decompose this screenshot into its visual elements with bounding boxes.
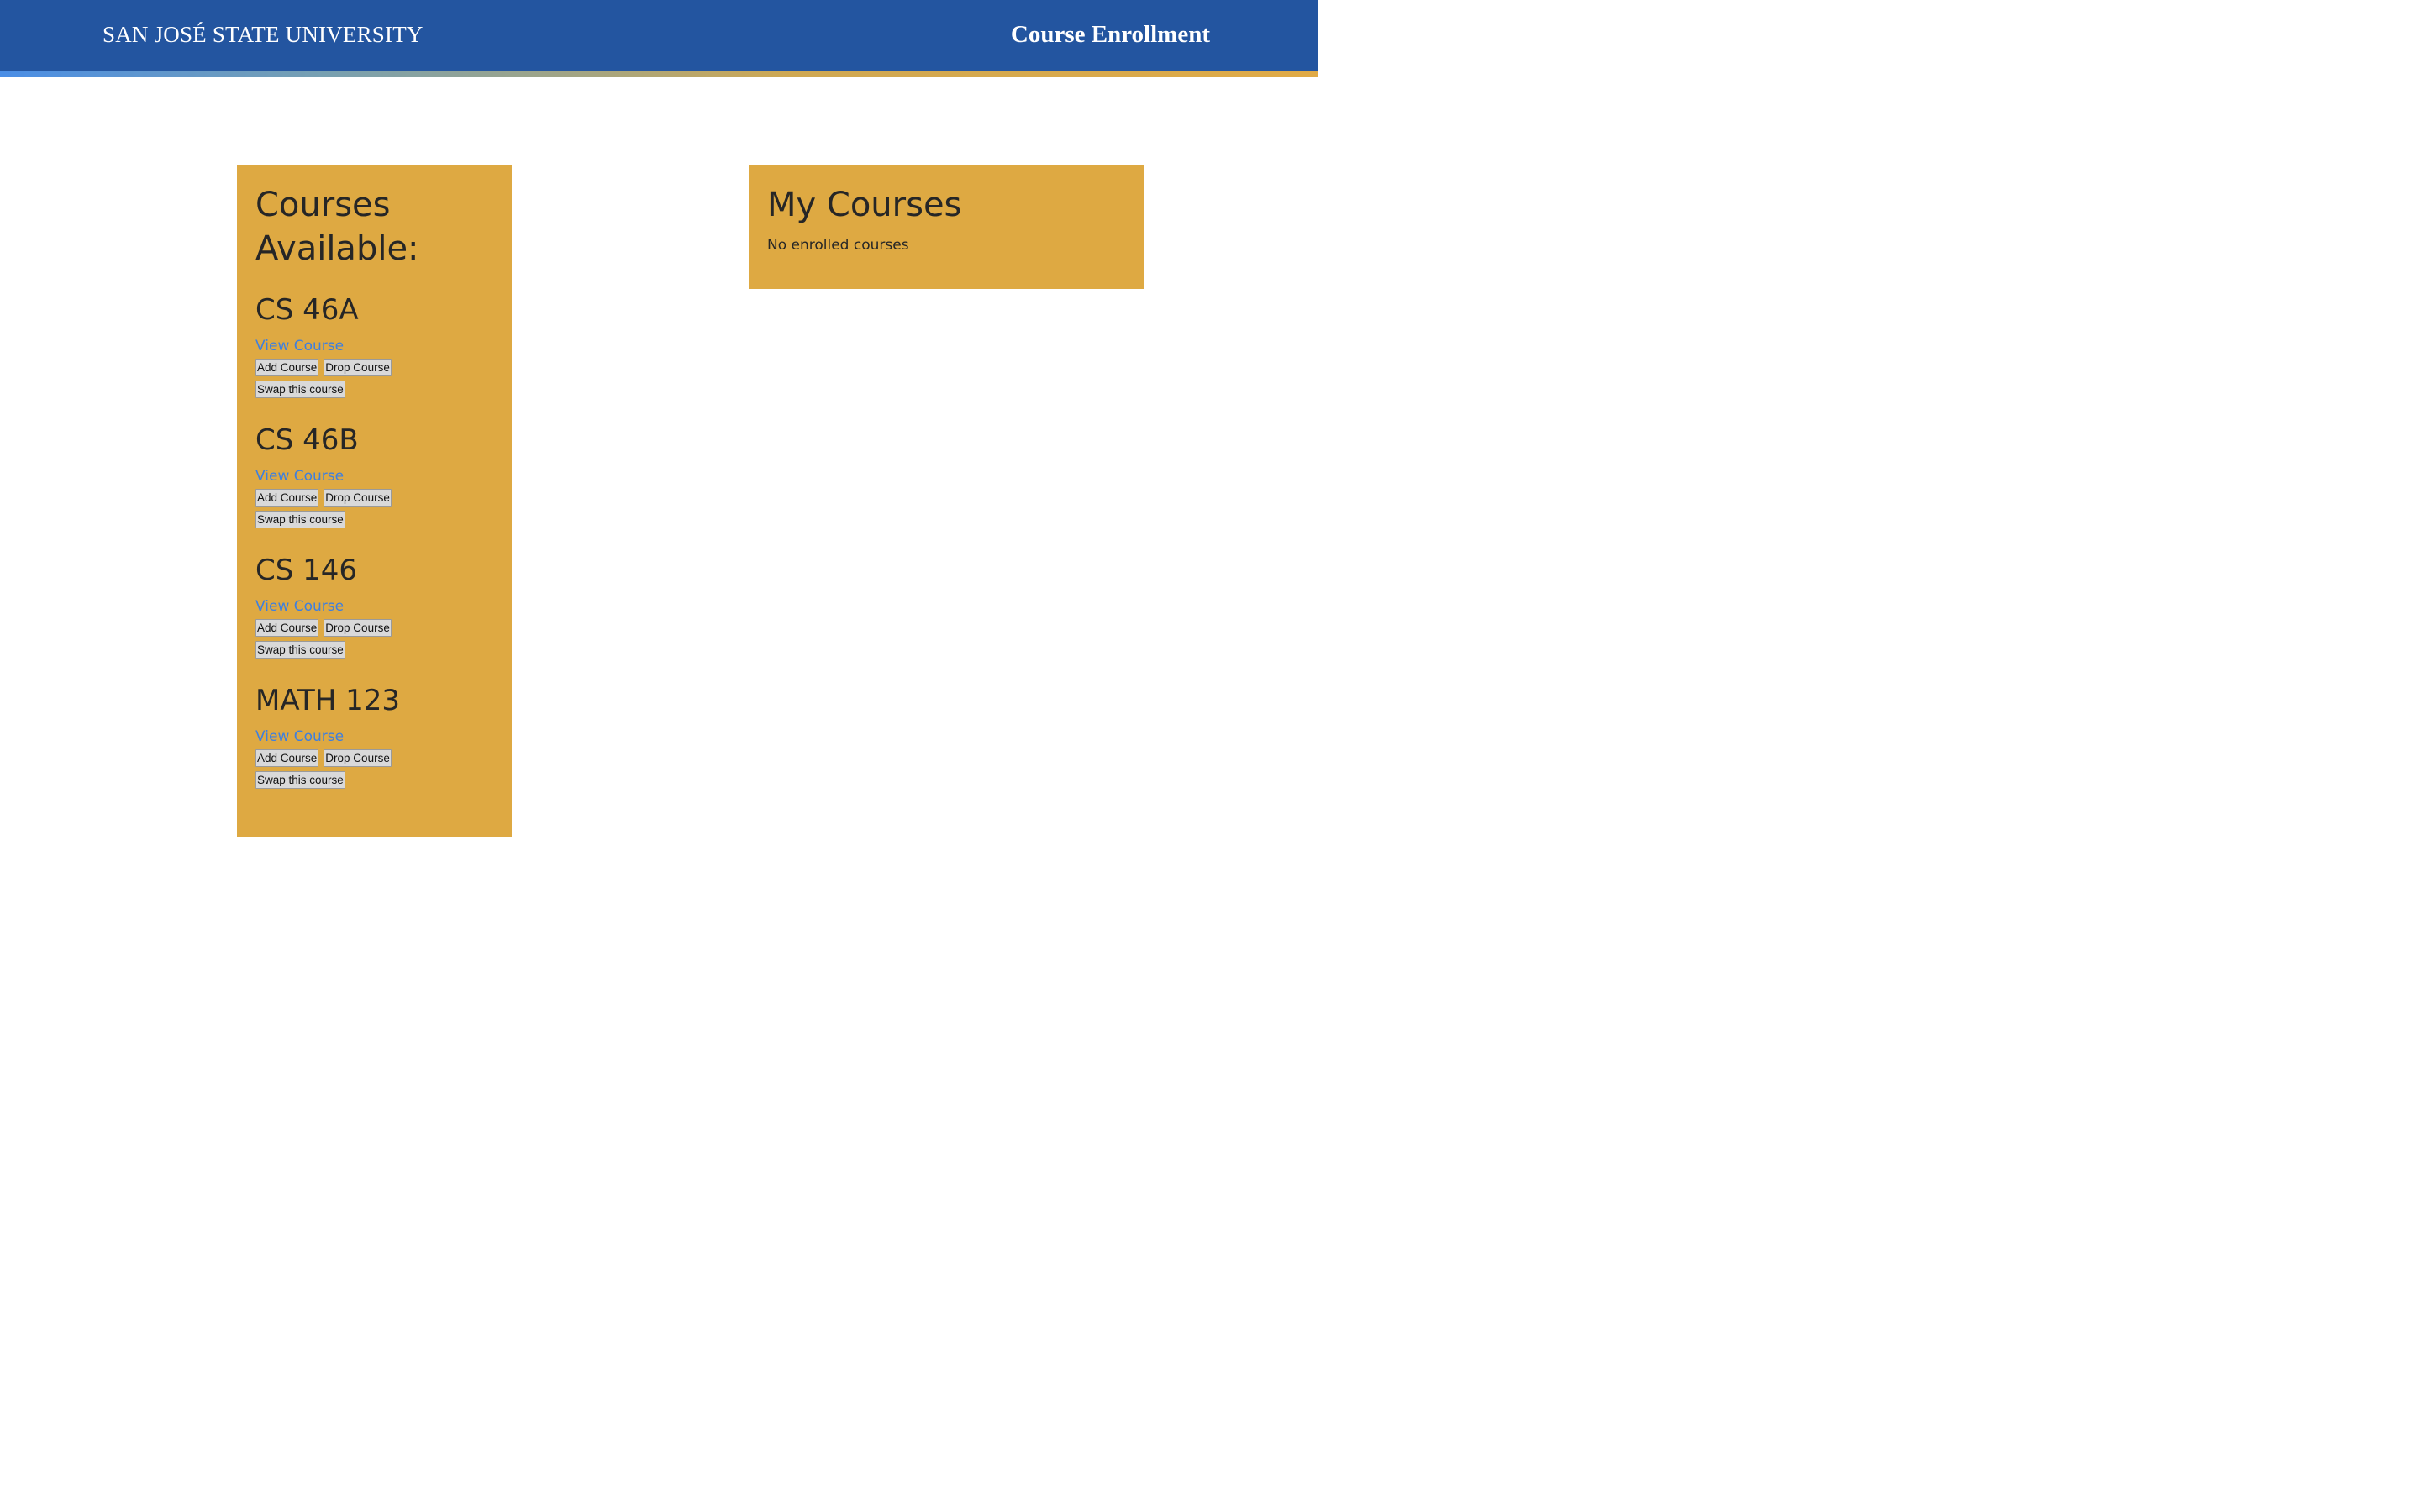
- add-course-button[interactable]: Add Course: [255, 359, 319, 376]
- course-title: CS 46B: [255, 423, 359, 457]
- swap-course-button[interactable]: Swap this course: [255, 381, 345, 398]
- page-title: Course Enrollment: [1010, 21, 1210, 48]
- course-actions: Add Course Drop Course: [255, 359, 493, 377]
- drop-course-button[interactable]: Drop Course: [324, 489, 392, 507]
- drop-course-button[interactable]: Drop Course: [324, 359, 392, 376]
- no-enrolled-courses-text: No enrolled courses: [767, 237, 909, 254]
- swap-course-button[interactable]: Swap this course: [255, 641, 345, 659]
- course-item: CS 46A View Course Add Course Drop Cours…: [255, 292, 493, 423]
- site-header: SAN JOSÉ STATE UNIVERSITY Course Enrollm…: [0, 0, 1318, 71]
- course-swap-row: Swap this course: [255, 771, 493, 790]
- course-item: CS 146 View Course Add Course Drop Cours…: [255, 553, 493, 683]
- header-accent-stripe: [0, 71, 1318, 77]
- heading-line-1: Courses: [255, 186, 391, 224]
- course-swap-row: Swap this course: [255, 381, 493, 399]
- courses-available-heading: Courses Available:: [255, 183, 493, 270]
- swap-course-button[interactable]: Swap this course: [255, 511, 345, 528]
- course-actions: Add Course Drop Course: [255, 619, 493, 638]
- drop-course-button[interactable]: Drop Course: [324, 619, 392, 637]
- swap-course-button[interactable]: Swap this course: [255, 771, 345, 789]
- course-title: MATH 123: [255, 684, 400, 717]
- course-swap-row: Swap this course: [255, 641, 493, 659]
- drop-course-button[interactable]: Drop Course: [324, 749, 392, 767]
- courses-available-panel: Courses Available: CS 46A View Course Ad…: [237, 165, 512, 837]
- view-course-link[interactable]: View Course: [255, 468, 344, 485]
- my-courses-panel: My Courses No enrolled courses: [749, 165, 1144, 289]
- view-course-link[interactable]: View Course: [255, 338, 344, 354]
- add-course-button[interactable]: Add Course: [255, 749, 319, 767]
- course-item: MATH 123 View Course Add Course Drop Cou…: [255, 683, 493, 813]
- my-courses-heading: My Courses: [767, 186, 962, 224]
- course-actions: Add Course Drop Course: [255, 749, 493, 768]
- course-title: CS 146: [255, 554, 358, 587]
- course-list: CS 46A View Course Add Course Drop Cours…: [255, 292, 493, 813]
- course-title: CS 46A: [255, 293, 359, 327]
- add-course-button[interactable]: Add Course: [255, 619, 319, 637]
- heading-line-2: Available:: [255, 229, 419, 268]
- add-course-button[interactable]: Add Course: [255, 489, 319, 507]
- view-course-link[interactable]: View Course: [255, 728, 344, 745]
- course-swap-row: Swap this course: [255, 511, 493, 529]
- course-actions: Add Course Drop Course: [255, 489, 493, 507]
- university-logo[interactable]: SAN JOSÉ STATE UNIVERSITY: [103, 22, 424, 48]
- view-course-link[interactable]: View Course: [255, 598, 344, 615]
- course-item: CS 46B View Course Add Course Drop Cours…: [255, 423, 493, 553]
